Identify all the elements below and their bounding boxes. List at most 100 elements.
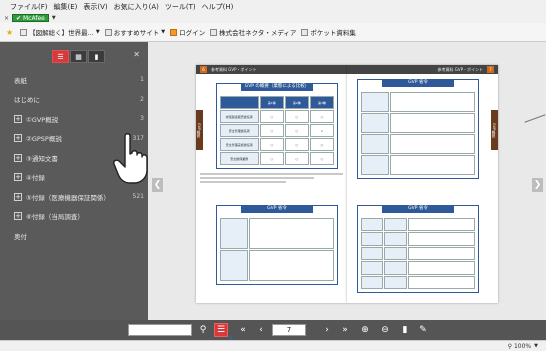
chevron-down-icon[interactable]: ▼ <box>534 343 538 349</box>
favorites-bar: ★ 【図解総く】世界最... ▼ おすすめサイト ▼ ログイン 株式会社ネクタ・メデ… <box>0 23 546 42</box>
toc-button[interactable]: ☰ <box>214 323 228 337</box>
box-title: GVP の概要（業態による比較） <box>241 83 313 91</box>
prev-page-button[interactable]: ‹ <box>254 323 268 337</box>
search-icon: ⚲ <box>199 325 207 335</box>
toc-item[interactable]: + ①GVP概説 3 <box>0 109 148 129</box>
menu-file[interactable]: ファイル(F) <box>10 2 48 12</box>
last-page-button[interactable]: » <box>338 323 352 337</box>
toc-item[interactable]: + ⑤付録（医療機器保証関係） 521 <box>0 187 148 207</box>
bookmark-button[interactable]: ▮ <box>398 323 412 337</box>
app-window: ファイル(F) 編集(E) 表示(V) お気に入り(A) ツール(T) ヘルプ(… <box>0 0 546 351</box>
table-cell: ○ <box>284 152 309 165</box>
toc-item[interactable]: はじめに 2 <box>0 90 148 110</box>
row-label: 安全管理責任者 <box>220 124 259 137</box>
row-label: 安全確保業務 <box>220 152 259 165</box>
close-icon[interactable]: ✕ <box>133 50 140 59</box>
chevron-right-icon: ❯ <box>533 180 542 190</box>
expand-icon[interactable]: + <box>14 212 22 221</box>
favorite-link-3[interactable]: ログイン <box>170 27 205 37</box>
toc-item[interactable]: 奥付 <box>0 226 148 246</box>
table-header: 第1種 <box>259 96 284 109</box>
last-page-icon: » <box>342 325 348 335</box>
table-cell: ○ <box>309 138 334 151</box>
page-header: 参考資料 GVP・ポイント 7 <box>347 65 498 74</box>
gvp-ordinance-box: GVP 省令 <box>357 205 479 293</box>
bookmark-icon: ▮ <box>402 325 408 335</box>
box-title: GVP 省令 <box>382 79 454 87</box>
sidebar-tabs: ☰ ▦ ▮ <box>52 50 106 63</box>
row-label: 安全管理実施責任者 <box>220 138 259 151</box>
next-page-icon: › <box>325 325 329 335</box>
favorite-link-2[interactable]: おすすめサイト ▼ <box>104 27 166 37</box>
zoom-in-button[interactable]: ⊕ <box>358 323 372 337</box>
tab-bookmarks[interactable]: ▮ <box>88 50 105 63</box>
pen-icon: ✎ <box>419 325 427 335</box>
right-page[interactable]: 参考資料 GVP・ポイント 7 GVP概説 GVP 省令 GVP 省令 <box>347 65 498 303</box>
chevron-down-icon: ▼ <box>95 29 100 35</box>
search-input[interactable] <box>128 324 192 336</box>
expand-icon[interactable]: + <box>14 153 22 162</box>
menu-edit[interactable]: 編集(E) <box>54 2 78 12</box>
mcafee-button[interactable]: ✔ McAfee <box>12 14 49 22</box>
zoom-icon: ⚲ <box>507 342 512 350</box>
ordinance-table <box>361 92 475 175</box>
page-number: 6 <box>200 66 207 73</box>
page-number-input[interactable]: 7 <box>272 324 306 336</box>
expand-icon[interactable]: + <box>14 173 22 182</box>
page-number: 7 <box>487 66 494 73</box>
prev-page-icon: ‹ <box>259 325 263 335</box>
expand-icon[interactable]: + <box>14 134 22 143</box>
menu-help[interactable]: ヘルプ(H) <box>202 2 234 12</box>
first-page-button[interactable]: « <box>236 323 250 337</box>
ordinance-table <box>220 218 334 281</box>
chevron-down-icon: ▼ <box>161 29 166 35</box>
table-cell: ○ <box>259 124 284 137</box>
table-cell: × <box>309 124 334 137</box>
close-icon[interactable]: × <box>4 15 9 22</box>
prev-page-arrow[interactable]: ❮ <box>152 178 163 192</box>
table-cell: ○ <box>259 110 284 123</box>
left-page[interactable]: 6 参考資料 GVP・ポイント GVP概説 GVP の概要（業態による比較） 第… <box>196 65 347 303</box>
toc-item[interactable]: + ⑥付録（当局調査） <box>0 207 148 227</box>
menu-tools[interactable]: ツール(T) <box>165 2 196 12</box>
favorite-link-1[interactable]: 【図解総く】世界最... ▼ <box>20 27 100 37</box>
table-cell: ○ <box>309 110 334 123</box>
zoom-level[interactable]: 100% <box>514 343 531 350</box>
favorite-link-5[interactable]: ポケット資料集 <box>301 27 356 37</box>
row-label: 総括製造販売責任者 <box>220 110 259 123</box>
table-cell: ○ <box>309 152 334 165</box>
menu-favorites[interactable]: お気に入り(A) <box>114 2 159 12</box>
page-icon <box>104 28 112 36</box>
tab-thumbnails[interactable]: ▦ <box>70 50 87 63</box>
tab-list[interactable]: ☰ <box>52 50 69 63</box>
page-icon <box>210 28 218 36</box>
table-cell: ○ <box>259 138 284 151</box>
favorite-link-4[interactable]: 株式会社ネクタ・メディア <box>210 27 296 37</box>
browser-status-bar: ⚲ 100% ▼ <box>0 340 546 351</box>
mcafee-toolbar: × ✔ McAfee ▼ <box>0 13 546 23</box>
ordinance-table <box>361 218 475 289</box>
table-header: 第2種 <box>284 96 309 109</box>
zoom-out-button[interactable]: ⊖ <box>378 323 392 337</box>
table-cell: ○ <box>284 124 309 137</box>
search-button[interactable]: ⚲ <box>196 323 210 337</box>
toc-item[interactable]: 表紙 1 <box>0 70 148 90</box>
check-icon: ✔ <box>16 15 22 22</box>
table-header: 第3種 <box>309 96 334 109</box>
body-text-lines <box>200 173 343 185</box>
next-page-arrow[interactable]: ❯ <box>532 178 543 192</box>
document-viewer: ❮ ❯ 6 参考資料 GVP・ポイント GVP概説 GVP の概要（業態による比… <box>148 42 546 320</box>
pen-button[interactable]: ✎ <box>416 323 430 337</box>
favorites-star-icon[interactable]: ★ <box>6 28 13 36</box>
gvp-ordinance-box: GVP 省令 <box>216 205 338 285</box>
expand-icon[interactable]: + <box>14 114 22 123</box>
toc-icon: ☰ <box>216 325 226 335</box>
browser-menu-bar: ファイル(F) 編集(E) 表示(V) お気に入り(A) ツール(T) ヘルプ(… <box>0 0 546 13</box>
menu-view[interactable]: 表示(V) <box>83 2 107 12</box>
gvp-ordinance-box: GVP 省令 <box>357 79 479 179</box>
expand-icon[interactable]: + <box>14 192 22 201</box>
comparison-table: 第1種 第2種 第3種 総括製造販売責任者 ○ ○ ○ 安全管理責任者 ○ ○ … <box>220 96 334 165</box>
chevron-down-icon[interactable]: ▼ <box>52 15 56 21</box>
next-page-button[interactable]: › <box>320 323 334 337</box>
table-cell: ○ <box>259 152 284 165</box>
